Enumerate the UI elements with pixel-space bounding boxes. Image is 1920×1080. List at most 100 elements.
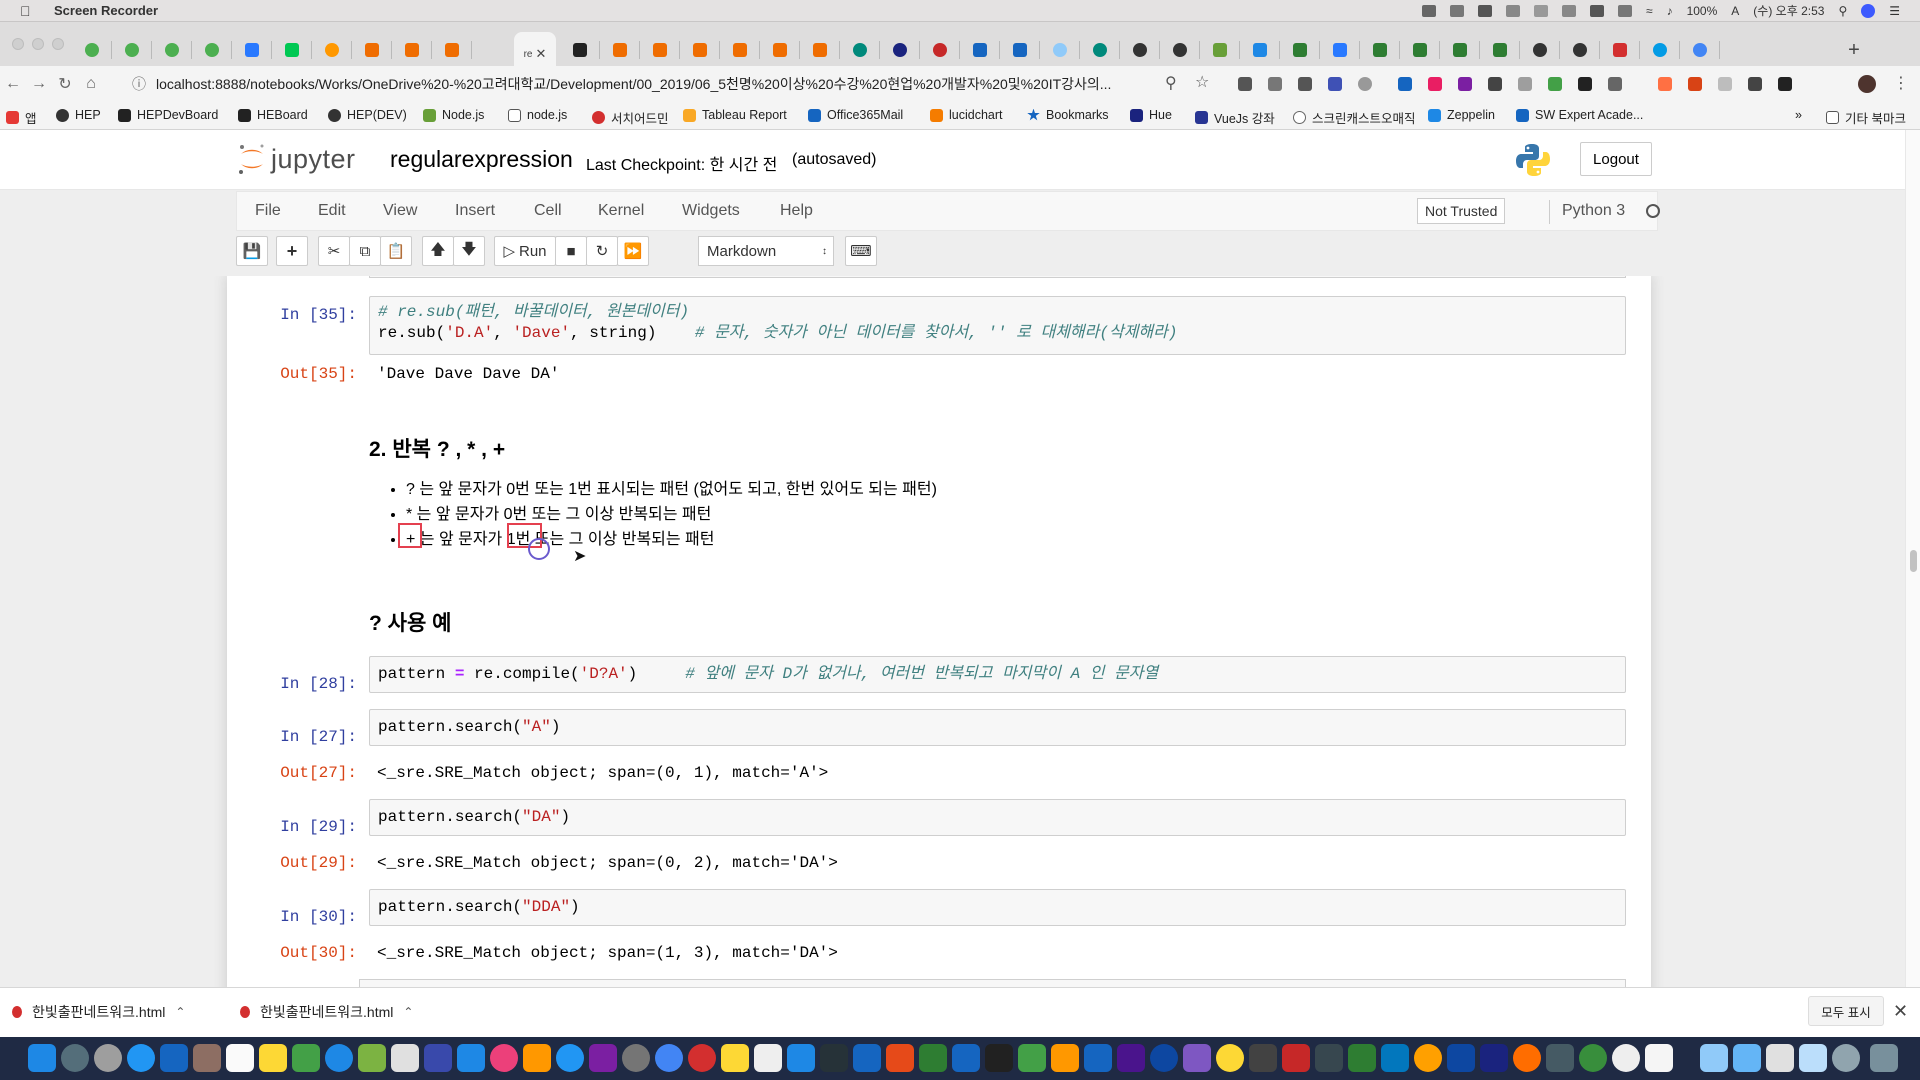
browser-tab[interactable] <box>1040 32 1080 68</box>
display-icon[interactable] <box>1589 4 1604 17</box>
bookmark-apps[interactable]: 앱 <box>6 108 37 127</box>
browser-tab[interactable] <box>920 32 960 68</box>
run-button[interactable]: ▷ Run <box>494 236 556 266</box>
close-icon[interactable]: ✕ <box>1893 1001 1908 1022</box>
app-icon[interactable] <box>325 1044 353 1072</box>
new-tab-button[interactable]: + <box>1840 32 1868 68</box>
sublime-icon[interactable] <box>1051 1044 1079 1072</box>
download-item[interactable]: 한빛출판네트워크.html ⌃ <box>240 1002 413 1022</box>
copy-icon[interactable]: ⧉ <box>349 236 381 266</box>
app-icon[interactable] <box>1216 1044 1244 1072</box>
folder-icon[interactable] <box>1733 1044 1761 1072</box>
notes-icon[interactable] <box>259 1044 287 1072</box>
extension-icon[interactable] <box>1658 77 1672 91</box>
chevron-up-icon[interactable]: ⌃ <box>403 1005 413 1019</box>
jupyter-logo[interactable]: jupyter <box>237 142 356 176</box>
browser-tab[interactable] <box>760 32 800 68</box>
window-zoom-button[interactable] <box>52 38 64 50</box>
input-source-icon[interactable]: A <box>1731 4 1739 18</box>
folder-icon[interactable] <box>1700 1044 1728 1072</box>
browser-tab[interactable] <box>152 32 192 68</box>
bookmark-item[interactable]: Node.js <box>423 108 484 122</box>
insert-cell-icon[interactable]: + <box>276 236 308 266</box>
bookmark-item[interactable]: Zeppelin <box>1428 108 1495 122</box>
app-icon[interactable] <box>1612 1044 1640 1072</box>
other-bookmarks[interactable]: 기타 북마크 <box>1826 108 1906 127</box>
more-menu-icon[interactable]: ⋮ <box>1893 73 1909 93</box>
app-icon[interactable] <box>1315 1044 1343 1072</box>
markdown-cell[interactable]: 2. 반복 ? , * , + ? 는 앞 문자가 0번 또는 1번 표시되는 … <box>369 433 1619 552</box>
browser-tab[interactable] <box>1280 32 1320 68</box>
page-scrollbar[interactable] <box>1905 130 1920 987</box>
browser-tab[interactable] <box>272 32 312 68</box>
extension-icon[interactable] <box>1578 77 1592 91</box>
browser-tab[interactable] <box>1520 32 1560 68</box>
trash-icon[interactable] <box>1870 1044 1898 1072</box>
bookmark-item[interactable]: Tableau Report <box>683 108 787 122</box>
browser-tab[interactable] <box>800 32 840 68</box>
move-up-icon[interactable]: 🡅 <box>422 236 454 266</box>
app-name[interactable]: Screen Recorder <box>54 3 158 18</box>
browser-tab[interactable] <box>720 32 760 68</box>
browser-tab[interactable] <box>560 32 600 68</box>
browser-tab[interactable] <box>192 32 232 68</box>
app-icon[interactable] <box>754 1044 782 1072</box>
address-bar[interactable]: ⓘ localhost:8888/notebooks/Works/OneDriv… <box>132 71 1197 97</box>
scrollbar-thumb[interactable] <box>1910 550 1917 572</box>
bookmark-item[interactable]: HEP(DEV) <box>328 108 407 122</box>
extension-icon[interactable] <box>1778 77 1792 91</box>
app-store-icon[interactable] <box>556 1044 584 1072</box>
menu-list-icon[interactable]: ☰ <box>1889 4 1900 18</box>
zoom-icon[interactable]: ⚲ <box>1165 73 1177 93</box>
browser-tab[interactable] <box>960 32 1000 68</box>
music-icon[interactable] <box>490 1044 518 1072</box>
app-icon[interactable] <box>1645 1044 1673 1072</box>
bookmark-item[interactable]: lucidchart <box>930 108 1003 122</box>
bookmark-item[interactable]: HEP <box>56 108 101 122</box>
powerpoint-icon[interactable] <box>886 1044 914 1072</box>
bookmark-item[interactable]: HEBoard <box>238 108 308 122</box>
launchpad-icon[interactable] <box>94 1044 122 1072</box>
keyboard-icon[interactable]: ⌨ <box>845 236 877 266</box>
extension-icon[interactable] <box>1238 77 1252 91</box>
interrupt-icon[interactable]: ■ <box>555 236 587 266</box>
extension-icon[interactable] <box>1328 77 1342 91</box>
browser-tab[interactable] <box>432 32 472 68</box>
code-cell-input[interactable]: pattern = re.compile('D?A') # 앞에 문자 D가 없… <box>369 656 1626 693</box>
clock[interactable]: (수) 오후 2:53 <box>1753 2 1824 19</box>
kernel-name[interactable]: Python 3 <box>1562 202 1625 220</box>
menu-help[interactable]: Help <box>780 202 813 220</box>
books-icon[interactable] <box>523 1044 551 1072</box>
extension-icon[interactable] <box>1718 77 1732 91</box>
show-all-downloads-button[interactable]: 모두 표시 <box>1808 996 1884 1026</box>
paste-icon[interactable]: 📋 <box>380 236 412 266</box>
app-icon[interactable] <box>1249 1044 1277 1072</box>
browser-tab[interactable] <box>880 32 920 68</box>
browser-tab[interactable] <box>1120 32 1160 68</box>
browser-tab[interactable] <box>352 32 392 68</box>
browser-tab[interactable] <box>1640 32 1680 68</box>
extension-icon[interactable] <box>1518 77 1532 91</box>
app-icon[interactable] <box>457 1044 485 1072</box>
pdf-icon[interactable] <box>1282 1044 1310 1072</box>
bookmark-item[interactable]: Office365Mail <box>808 108 903 122</box>
settings-icon[interactable] <box>622 1044 650 1072</box>
logout-button[interactable]: Logout <box>1580 142 1652 176</box>
info-icon[interactable]: ⓘ <box>132 74 146 94</box>
home-icon[interactable]: ⌂ <box>78 75 104 93</box>
tab-close-icon[interactable]: ✕ <box>536 46 547 62</box>
app-icon[interactable] <box>193 1044 221 1072</box>
cloud-icon[interactable] <box>1505 4 1520 17</box>
url-text[interactable]: localhost:8888/notebooks/Works/OneDrive%… <box>156 74 1111 94</box>
extension-icon[interactable] <box>1748 77 1762 91</box>
cell-type-select[interactable]: Markdown ↕ <box>698 236 834 266</box>
browser-tab[interactable] <box>1000 32 1040 68</box>
extension-icon[interactable] <box>1398 77 1412 91</box>
browser-tab[interactable] <box>1200 32 1240 68</box>
search-icon[interactable]: ⚲ <box>1838 4 1847 18</box>
extension-icon[interactable] <box>1608 77 1622 91</box>
app-icon[interactable] <box>1766 1044 1794 1072</box>
restart-icon[interactable]: ↻ <box>586 236 618 266</box>
wifi-icon[interactable]: ≈ <box>1646 4 1653 18</box>
forward-icon[interactable]: → <box>26 75 52 93</box>
